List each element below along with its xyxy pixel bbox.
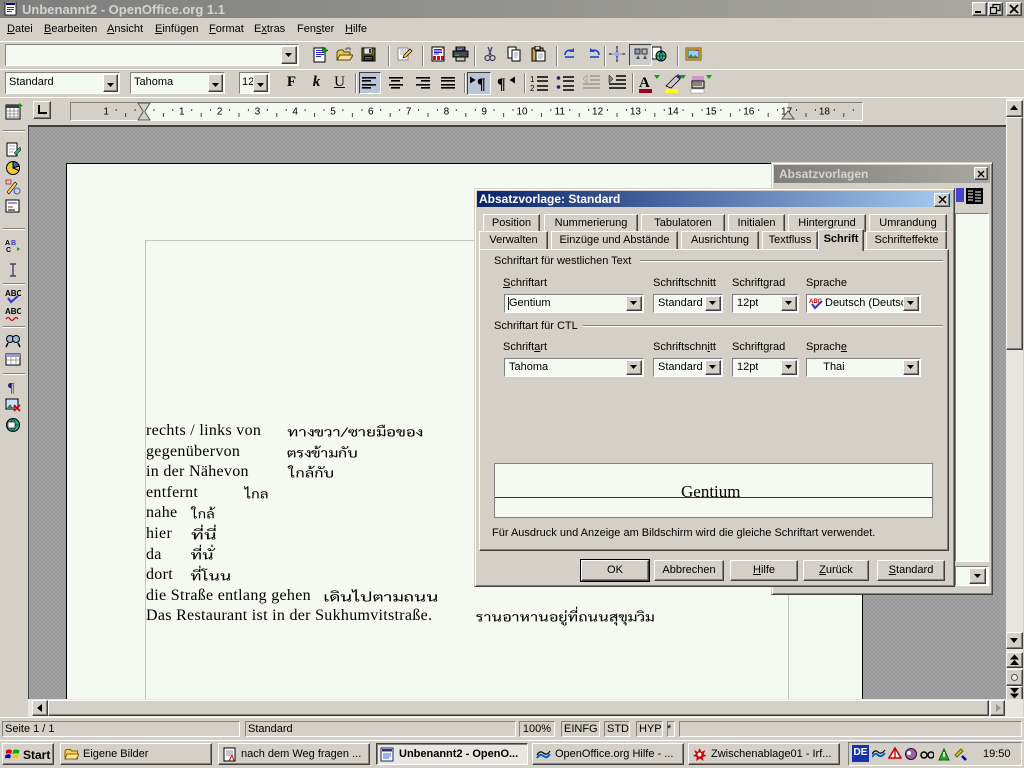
- svg-text:10: 10: [516, 107, 528, 118]
- svg-text:12: 12: [592, 107, 604, 118]
- svg-text:9: 9: [481, 107, 487, 118]
- svg-text:15: 15: [705, 107, 717, 118]
- svg-text:16: 16: [743, 107, 755, 118]
- svg-text:5: 5: [330, 107, 336, 118]
- svg-text:4: 4: [292, 107, 298, 118]
- svg-text:ABC: ABC: [5, 289, 21, 298]
- svg-text:1: 1: [103, 107, 109, 118]
- svg-text:11: 11: [555, 107, 566, 118]
- svg-text:7: 7: [406, 107, 412, 118]
- svg-text:8: 8: [444, 107, 450, 118]
- svg-text:¶: ¶: [497, 76, 506, 93]
- svg-text:2: 2: [530, 84, 535, 93]
- svg-text:A: A: [639, 75, 650, 91]
- svg-text:1: 1: [179, 107, 185, 118]
- svg-text:B: B: [11, 240, 16, 247]
- svg-text:¶: ¶: [477, 76, 486, 93]
- svg-text:A: A: [5, 240, 10, 247]
- svg-text:1: 1: [530, 75, 535, 84]
- svg-text:14: 14: [668, 107, 680, 118]
- svg-text:13: 13: [630, 107, 642, 118]
- svg-text:3: 3: [255, 107, 261, 118]
- svg-text:6: 6: [368, 107, 374, 118]
- svg-text:18: 18: [819, 107, 831, 118]
- svg-text:ABC: ABC: [5, 307, 21, 316]
- svg-text:2: 2: [217, 107, 223, 118]
- svg-text:C: C: [6, 247, 11, 253]
- svg-text:¶: ¶: [8, 381, 15, 395]
